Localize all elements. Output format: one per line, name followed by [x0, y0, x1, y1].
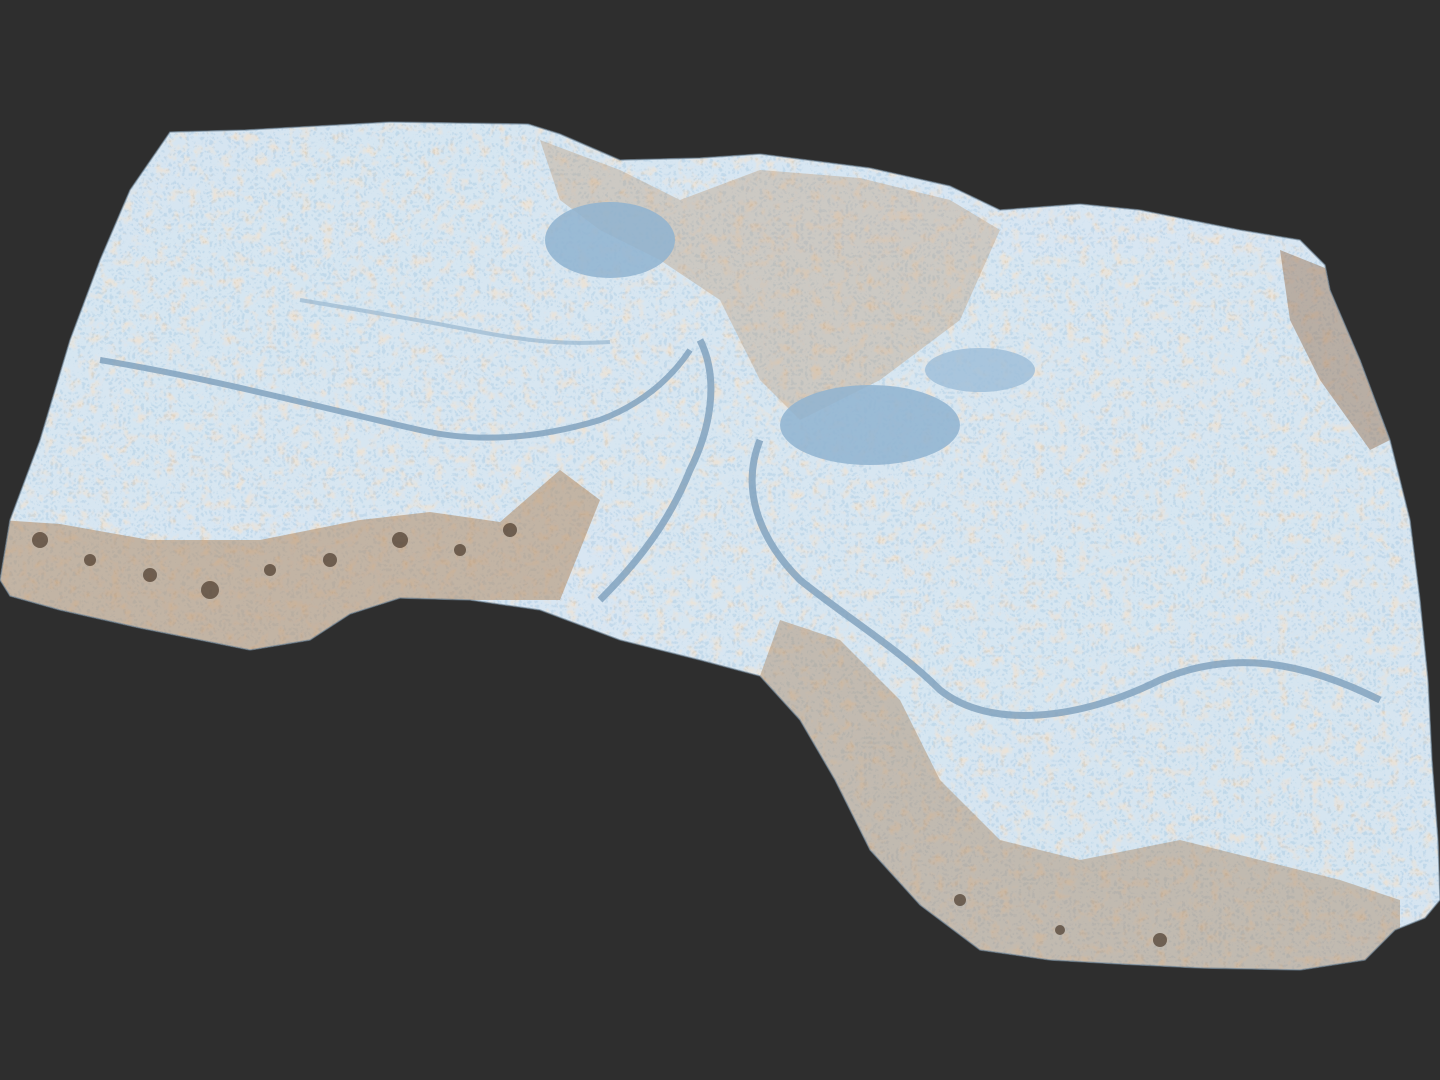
- terrain-model: [0, 121, 1440, 971]
- central-basin: [780, 385, 960, 465]
- render-viewport: [0, 0, 1440, 1080]
- north-basin: [545, 202, 675, 278]
- east-basin: [925, 348, 1035, 392]
